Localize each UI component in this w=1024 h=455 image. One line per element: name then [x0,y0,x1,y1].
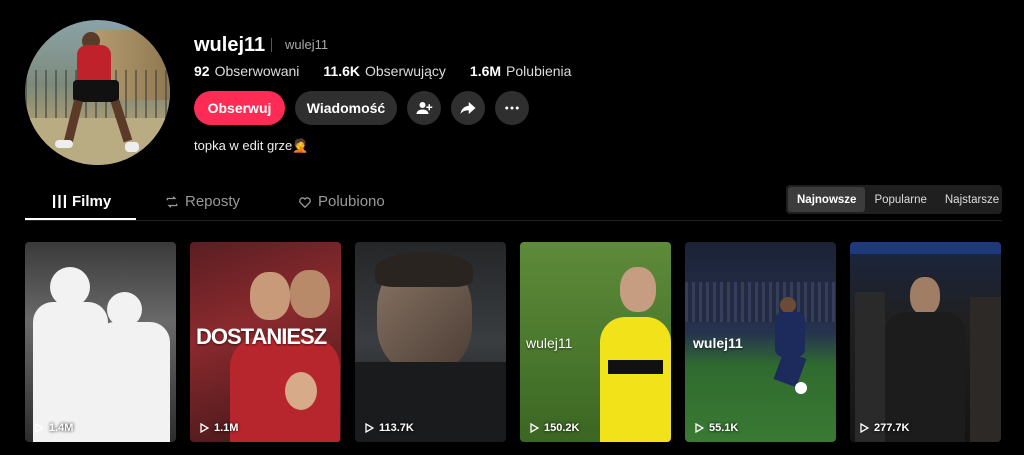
video-views: 113.7K [365,422,414,434]
tab-liked[interactable]: Polubiono [298,193,385,210]
follow-button[interactable]: Obserwuj [194,91,285,125]
more-options-button[interactable] [495,91,529,125]
stat-following-label: Obserwowani [214,63,300,79]
profile-avatar[interactable] [25,20,170,165]
profile-bio: topka w edit grze🤦 [194,138,309,153]
video-views-count: 1.1M [214,422,239,434]
profile-nickname: wulej11 [285,37,329,52]
video-views-count: 150.2K [544,422,580,434]
sort-switcher: Najnowsze Popularne Najstarsze [786,185,1002,214]
share-icon [460,102,476,114]
tab-reposts-label: Reposty [185,193,241,210]
video-card[interactable]: DOSTANIESZ 1.1M [190,242,341,442]
active-tab-indicator [25,218,136,220]
play-icon [365,423,374,433]
profile-username: wulej11 [194,34,266,56]
profile-stats: 92 Obserwowani 11.6K Obserwujący 1.6M Polub… [194,63,571,79]
add-friend-button[interactable] [407,91,441,125]
video-overlay-text: wulej11 [526,335,573,351]
stat-followers-label: Obserwujący [365,63,446,79]
video-card[interactable]: 277.7K [850,242,1001,442]
share-button[interactable] [451,91,485,125]
play-icon [860,423,869,433]
name-separator [271,38,272,52]
stat-following-count: 92 [194,63,210,79]
video-views-count: 113.7K [379,422,414,434]
tab-videos-label: Filmy [72,193,112,210]
more-icon [505,106,519,110]
sort-newest[interactable]: Najnowsze [788,187,866,212]
stat-followers[interactable]: 11.6K Obserwujący [323,63,446,79]
add-user-icon [416,102,433,114]
tab-liked-label: Polubiono [318,193,385,210]
play-icon [695,423,704,433]
repost-icon [166,195,178,208]
play-icon [200,423,209,433]
video-views: 150.2K [530,422,579,434]
tab-reposts[interactable]: Reposty [165,193,240,210]
video-views: 277.7K [860,422,909,434]
heart-icon [299,196,311,208]
play-icon [35,423,44,433]
video-views: 55.1K [695,422,738,434]
video-views-count: 277.7K [874,422,910,434]
video-card[interactable]: 1.4M [25,242,176,442]
grid-icon [53,195,66,208]
video-card[interactable]: wulej11 150.2K [520,242,671,442]
tab-videos[interactable]: Filmy [53,193,111,210]
sort-oldest[interactable]: Najstarsze [936,187,1008,212]
play-icon [530,423,539,433]
message-button[interactable]: Wiadomość [295,91,397,125]
stat-likes-label: Polubienia [506,63,572,79]
video-views-count: 55.1K [709,422,739,434]
video-card[interactable]: wulej11 55.1K [685,242,836,442]
stat-likes: 1.6M Polubienia [470,63,572,79]
video-overlay-text: DOSTANIESZ [196,324,327,349]
video-views: 1.1M [200,422,238,434]
stat-following[interactable]: 92 Obserwowani [194,63,299,79]
stat-followers-count: 11.6K [323,63,360,79]
video-views: 1.4M [35,422,73,434]
sort-popular[interactable]: Popularne [865,187,935,212]
video-views-count: 1.4M [49,422,74,434]
video-card[interactable]: 113.7K [355,242,506,442]
stat-likes-count: 1.6M [469,63,502,79]
video-overlay-text: wulej11 [693,335,743,351]
